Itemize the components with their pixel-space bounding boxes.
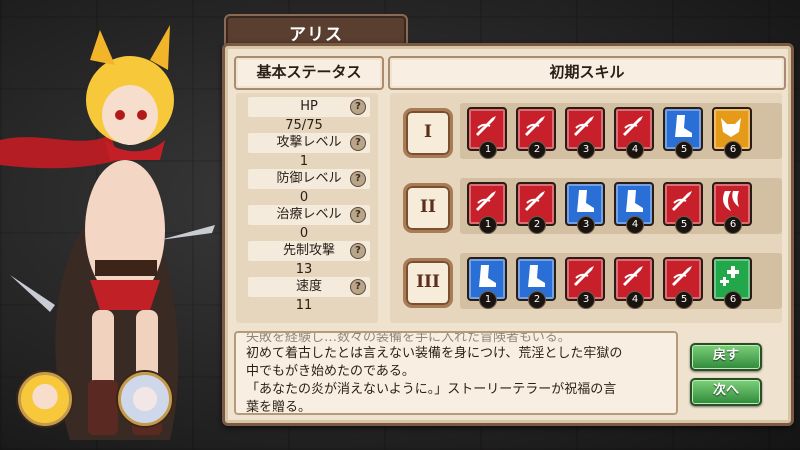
stat-label-text: 攻撃レベル: [276, 135, 342, 150]
skill-card-slot: 3: [565, 107, 605, 159]
skill-number-badge: 5: [675, 141, 693, 159]
skill-card-slot: 2: [516, 257, 556, 309]
skill-number-badge: 4: [626, 291, 644, 309]
description-line: 「あなたの炎が消えないように。」ストーリーテラーが祝福の言: [246, 382, 617, 397]
skill-number-badge: 6: [724, 216, 742, 234]
help-icon[interactable]: ?: [350, 207, 366, 223]
skill-number-badge: 2: [528, 291, 546, 309]
help-icon[interactable]: ?: [350, 279, 366, 295]
back-button[interactable]: 戻す: [690, 343, 762, 371]
initial-skills-header: 初期スキル: [388, 56, 786, 90]
stat-label: HP?: [248, 97, 370, 117]
skill-card-slot: 5: [663, 257, 703, 309]
skill-card-slot: 5: [663, 182, 703, 234]
skill-card-slot: 4: [614, 182, 654, 234]
stat-label-text: HP: [300, 99, 318, 114]
description-line: 葉を贈る。: [246, 400, 312, 415]
skill-number-badge: 4: [626, 141, 644, 159]
skill-number-badge: 2: [528, 141, 546, 159]
skill-card-slot: 2: [516, 182, 556, 234]
skill-number-badge: 3: [577, 141, 595, 159]
skill-number-badge: 3: [577, 216, 595, 234]
skill-card-slot: 2: [516, 107, 556, 159]
stat-label: 防御レベル?: [248, 169, 370, 189]
next-button[interactable]: 次へ: [690, 378, 762, 406]
skill-number-badge: 5: [675, 216, 693, 234]
skill-card-slot: 5: [663, 107, 703, 159]
help-icon[interactable]: ?: [350, 99, 366, 115]
skill-card-slot: 6: [712, 182, 752, 234]
skill-number-badge: 1: [479, 216, 497, 234]
stat-label-text: 速度: [295, 279, 322, 294]
stat-label-text: 防御レベル: [276, 171, 342, 186]
stat-value: 11: [295, 298, 313, 313]
stat-label: 先制攻撃?: [248, 241, 370, 261]
skill-card-slot: 6: [712, 257, 752, 309]
stat-label: 治療レベル?: [248, 205, 370, 225]
help-icon[interactable]: ?: [350, 135, 366, 151]
skill-card-slot: 3: [565, 182, 605, 234]
skill-number-badge: 5: [675, 291, 693, 309]
stat-label: 攻撃レベル?: [248, 133, 370, 153]
description-line: 初めて着古したとは言えない装備を身につけ、荒淫とした牢獄の: [246, 346, 623, 361]
character-name: アリス: [289, 25, 343, 45]
description-line: 中でもがき始めたのである。: [246, 364, 415, 379]
tier-badge: III: [403, 258, 453, 308]
character-avatar-silver[interactable]: [118, 372, 172, 426]
skill-number-badge: 4: [626, 216, 644, 234]
tier-badge: II: [403, 183, 453, 233]
skill-card-slot: 1: [467, 257, 507, 309]
skill-card-slot: 4: [614, 257, 654, 309]
base-status-header: 基本ステータス: [234, 56, 384, 90]
skill-card-slot: 6: [712, 107, 752, 159]
help-icon[interactable]: ?: [350, 171, 366, 187]
help-icon[interactable]: ?: [350, 243, 366, 259]
skill-number-badge: 3: [577, 291, 595, 309]
skill-card-slot: 3: [565, 257, 605, 309]
skill-number-badge: 1: [479, 141, 497, 159]
skill-card-slot: 1: [467, 182, 507, 234]
skill-number-badge: 6: [724, 141, 742, 159]
skill-number-badge: 2: [528, 216, 546, 234]
stat-label: 速度?: [248, 277, 370, 297]
skill-card-slot: 4: [614, 107, 654, 159]
stat-label-text: 先制攻撃: [282, 243, 335, 258]
skill-number-badge: 1: [479, 291, 497, 309]
skill-number-badge: 6: [724, 291, 742, 309]
skill-card-slot: 1: [467, 107, 507, 159]
stat-label-text: 治療レベル: [276, 207, 342, 222]
description-box: 失敗を経験し…数々の装備を手に入れた冒険者もいる。 初めて着古したとは言えない装…: [234, 331, 678, 415]
tier-badge: I: [403, 108, 453, 158]
character-avatar-alice[interactable]: [18, 372, 72, 426]
